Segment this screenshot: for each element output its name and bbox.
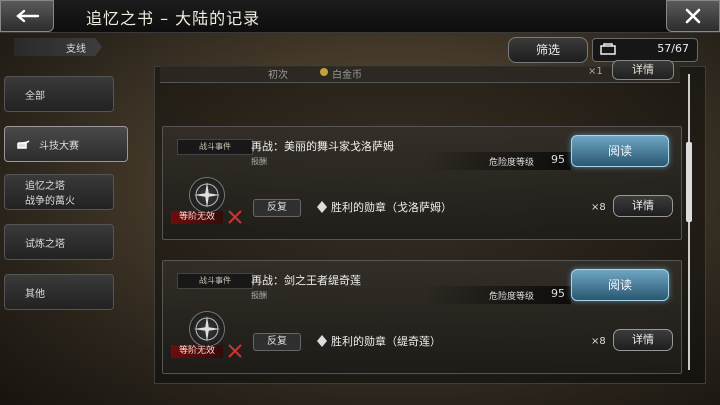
danger-label: 危险度等级 <box>489 292 535 302</box>
crossed-swords-icon <box>228 210 242 224</box>
collection-count: 57/67 <box>657 42 689 55</box>
sidebar-item-all[interactable]: 全部 <box>4 76 114 112</box>
detail-button[interactable]: 详情 <box>613 329 673 351</box>
pointing-hand-icon <box>17 140 30 149</box>
reward-label: 报酬 <box>251 291 267 300</box>
sidebar-item-sublabel: 战争的萬火 <box>25 196 75 207</box>
medal-icon <box>317 335 327 347</box>
sidebar-item-label: 斗技大赛 <box>39 140 79 152</box>
top-bar: 追忆之书 – 大陆的记录 <box>0 0 720 33</box>
repeat-label: 反复 <box>253 333 301 351</box>
reward-label: 报酬 <box>251 157 267 166</box>
event-title: 再战：剑之王者缇奇莲 <box>251 274 361 287</box>
medal-icon <box>317 201 327 213</box>
page-title: 追忆之书 – 大陆的记录 <box>86 9 261 28</box>
sidebar-item-label: 追忆之塔 <box>25 181 65 192</box>
close-button[interactable] <box>666 0 720 32</box>
read-button[interactable]: 阅读 <box>571 269 669 301</box>
reward-item-name: 胜利的勋章（缇奇莲） <box>331 335 441 348</box>
compass-emblem-icon <box>189 177 225 213</box>
close-icon <box>685 8 701 24</box>
sidebar-item-other[interactable]: 其他 <box>4 274 114 310</box>
list-scrollbar[interactable] <box>685 66 693 378</box>
read-button[interactable]: 阅读 <box>571 135 669 167</box>
branch-tab-label: 支线 <box>66 44 86 55</box>
sidebar-item-label: 试炼之塔 <box>25 238 65 250</box>
sidebar-item-trial-tower[interactable]: 试炼之塔 <box>4 224 114 260</box>
detail-button[interactable]: 详情 <box>612 60 674 80</box>
event-type-tag: 战斗事件 <box>177 273 253 289</box>
rank-disabled-badge: 等阶无效 <box>171 345 223 358</box>
reward-item-quantity: ×8 <box>591 202 606 213</box>
reward-item-name: 胜利的勋章（戈洛萨姆） <box>331 201 452 214</box>
crossed-swords-icon <box>228 344 242 358</box>
danger-level: 危险度等级 95 <box>421 152 571 170</box>
reward-name: 白金币 <box>332 70 362 81</box>
back-button[interactable] <box>0 0 54 32</box>
event-card: 战斗事件 再战：剑之王者缇奇莲 报酬 危险度等级 95 阅读 等阶无效 反复 胜… <box>162 260 682 374</box>
repeat-label: 反复 <box>253 199 301 217</box>
arrow-left-icon <box>16 9 40 23</box>
danger-level: 危险度等级 95 <box>421 286 571 304</box>
first-clear-label: 初次 <box>268 70 288 81</box>
event-card: 战斗事件 再战：美丽的舞斗家戈洛萨姆 报酬 危险度等级 95 阅读 等阶无效 反… <box>162 126 682 240</box>
sidebar-item-label: 其他 <box>25 288 45 300</box>
reward-quantity: ×1 <box>588 66 603 77</box>
danger-value: 95 <box>551 153 565 166</box>
event-type-tag: 战斗事件 <box>177 139 253 155</box>
detail-button[interactable]: 详情 <box>613 195 673 217</box>
event-title: 再战：美丽的舞斗家戈洛萨姆 <box>251 140 394 153</box>
compass-emblem-icon <box>189 311 225 347</box>
danger-value: 95 <box>551 287 565 300</box>
collection-box-icon <box>600 43 616 55</box>
branch-tab: 支线 <box>14 38 102 56</box>
sidebar-item-memory-tower[interactable]: 追忆之塔 战争的萬火 <box>4 174 114 210</box>
rank-disabled-badge: 等阶无效 <box>171 211 223 224</box>
sidebar-item-label: 全部 <box>25 90 45 102</box>
list-item-partial: 初次 白金币 ×1 详情 <box>160 60 680 83</box>
filter-button[interactable]: 筛选 <box>508 37 588 63</box>
collection-counter: 57/67 <box>592 38 698 62</box>
coin-icon <box>320 68 328 76</box>
reward-item-quantity: ×8 <box>591 336 606 347</box>
scrollbar-thumb[interactable] <box>686 142 692 222</box>
danger-label: 危险度等级 <box>489 158 535 168</box>
sidebar-item-arena[interactable]: 斗技大赛 <box>4 126 128 162</box>
scrollbar-track <box>688 74 690 370</box>
